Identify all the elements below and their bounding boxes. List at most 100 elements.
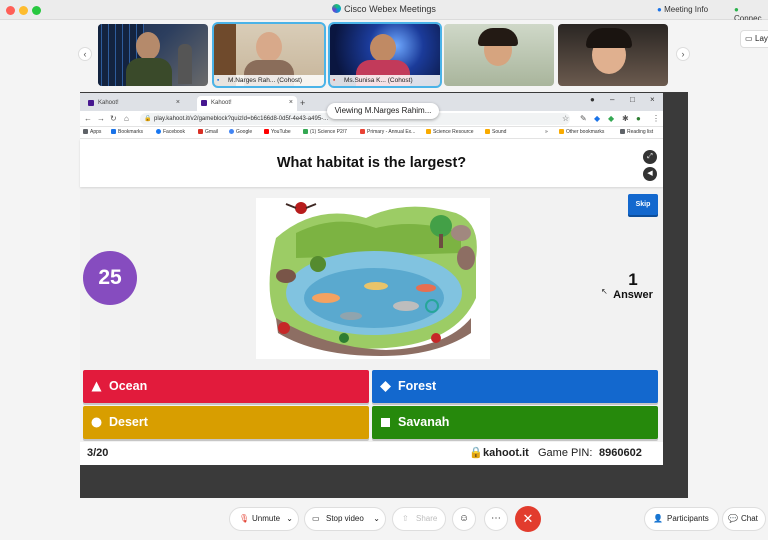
extension-icon[interactable]: ◆ bbox=[594, 114, 600, 123]
answer-option-desert[interactable]: Desert bbox=[83, 406, 369, 439]
answer-option-savanah[interactable]: Savanah bbox=[372, 406, 658, 439]
youtube-icon bbox=[264, 129, 269, 134]
participant-face bbox=[136, 32, 160, 60]
habitat-illustration-svg bbox=[256, 198, 490, 359]
reload-icon[interactable]: ↻ bbox=[110, 114, 117, 123]
window-title: Cisco Webex Meetings bbox=[0, 4, 768, 14]
person-icon: 👤 bbox=[653, 514, 663, 523]
bookmark-item[interactable]: Science Resource bbox=[426, 129, 474, 135]
fullscreen-icon[interactable]: ⤢ bbox=[643, 150, 657, 164]
game-pin-value: 8960602 bbox=[599, 447, 642, 459]
bookmark-item[interactable]: Bookmarks bbox=[111, 129, 143, 135]
menu-dots-icon[interactable]: ⋮ bbox=[652, 114, 660, 123]
leave-meeting-button[interactable]: ✕ bbox=[515, 506, 541, 532]
video-camera-icon: ▭ bbox=[312, 514, 320, 523]
answer-count: 1 bbox=[628, 270, 638, 289]
chat-bubble-icon: 💬 bbox=[728, 514, 738, 523]
browser-tab-active[interactable]: Kahoot! × bbox=[197, 96, 297, 111]
stop-video-button[interactable]: ▭ Stop video ⌄ bbox=[304, 507, 386, 531]
account-icon[interactable]: ● bbox=[590, 95, 595, 104]
bookmark-star-icon[interactable]: ☆ bbox=[562, 114, 569, 123]
bookmark-item[interactable]: Gmail bbox=[198, 129, 218, 135]
muted-mic-icon: ▪ bbox=[333, 77, 336, 84]
chevron-left-icon: ‹ bbox=[83, 49, 87, 59]
bookmark-item[interactable]: Reading list bbox=[620, 129, 653, 135]
chat-button[interactable]: 💬 Chat bbox=[722, 507, 766, 531]
bookmark-item[interactable]: (1) Science P2/7 bbox=[303, 129, 347, 135]
extension-icon[interactable]: ◆ bbox=[608, 114, 614, 123]
smiley-icon: ☺ bbox=[458, 513, 470, 524]
participant-face bbox=[256, 32, 282, 62]
share-button[interactable]: ⇧ Share bbox=[392, 507, 446, 531]
strip-prev-button[interactable]: ‹ bbox=[78, 47, 92, 61]
answer-count-label: Answer bbox=[613, 289, 653, 301]
answer-counter: 1 Answer bbox=[608, 270, 658, 302]
meeting-info-button[interactable]: ● Meeting Info bbox=[657, 5, 708, 14]
browser-tab[interactable]: Kahoot! × bbox=[84, 96, 184, 111]
folder-icon bbox=[485, 129, 490, 134]
facebook-icon bbox=[156, 129, 161, 134]
more-options-button[interactable]: ⋯ bbox=[484, 507, 508, 531]
layout-icon: ▭ bbox=[745, 34, 753, 43]
reactions-button[interactable]: ☺ bbox=[452, 507, 476, 531]
new-tab-button[interactable]: + bbox=[298, 96, 310, 111]
back-icon[interactable]: ← bbox=[84, 114, 92, 123]
bookmark-item[interactable]: Primary - Annual Ex... bbox=[360, 129, 415, 135]
participant-video-1[interactable] bbox=[98, 24, 208, 86]
answer-option-ocean[interactable]: Ocean bbox=[83, 370, 369, 403]
google-icon bbox=[229, 129, 234, 134]
folder-icon bbox=[559, 129, 564, 134]
unmute-button[interactable]: 🎙 Unmute ⌄ bbox=[229, 507, 299, 531]
bookmark-more-icon[interactable]: » bbox=[545, 129, 548, 135]
sound-icon[interactable]: ◀ bbox=[643, 167, 657, 181]
extension-icon[interactable]: ✎ bbox=[580, 114, 587, 123]
bookmark-item[interactable]: Apps bbox=[83, 129, 101, 135]
kahoot-favicon-icon bbox=[88, 100, 94, 106]
answer-option-forest[interactable]: Forest bbox=[372, 370, 658, 403]
kahoot-game-page: What habitat is the largest? ⤢ ◀ Skip 25 bbox=[80, 139, 663, 465]
profile-avatar-icon[interactable]: ● bbox=[636, 114, 641, 123]
chevron-down-icon[interactable]: ⌄ bbox=[286, 508, 293, 530]
muted-mic-icon: 🎙 bbox=[239, 514, 250, 523]
participant-video-2[interactable]: ▪ M.Narges Rah... (Cohost) bbox=[212, 22, 326, 88]
question-header: What habitat is the largest? ⤢ ◀ bbox=[80, 139, 663, 187]
classroom-icon bbox=[303, 129, 308, 134]
bookmark-item[interactable]: Other bookmarks bbox=[559, 129, 604, 135]
mouse-cursor-icon: ↖ bbox=[601, 287, 608, 296]
site-icon bbox=[360, 129, 365, 134]
participant-video-5[interactable] bbox=[558, 24, 668, 86]
triangle-icon bbox=[91, 381, 102, 392]
kahoot-favicon-icon bbox=[201, 100, 207, 106]
minimize-icon[interactable]: – bbox=[610, 95, 614, 104]
forward-icon[interactable]: → bbox=[97, 114, 105, 123]
close-tab-icon[interactable]: × bbox=[289, 96, 293, 110]
chevron-down-icon[interactable]: ⌄ bbox=[373, 508, 380, 530]
game-footer: 3/20 🔒 kahoot.it Game PIN: 8960602 bbox=[80, 442, 663, 465]
kahoot-site-label: kahoot.it bbox=[483, 447, 529, 459]
bookmark-item[interactable]: YouTube bbox=[264, 129, 291, 135]
bookmark-item[interactable]: Facebook bbox=[156, 129, 185, 135]
puzzle-icon[interactable]: ✱ bbox=[622, 114, 629, 123]
question-title: What habitat is the largest? bbox=[276, 155, 467, 171]
participants-button[interactable]: 👤 Participants bbox=[644, 507, 719, 531]
connection-icon: ● bbox=[734, 5, 739, 14]
participant-video-4[interactable] bbox=[444, 24, 554, 86]
home-icon[interactable]: ⌂ bbox=[124, 114, 129, 123]
info-icon: ● bbox=[657, 5, 662, 14]
strip-next-button[interactable]: › bbox=[676, 47, 690, 61]
participant-video-3[interactable]: ▪ Ms.Sunisa K... (Cohost) bbox=[328, 22, 442, 88]
skip-button[interactable]: Skip bbox=[628, 194, 658, 215]
close-icon[interactable]: × bbox=[650, 95, 655, 104]
restore-icon[interactable]: □ bbox=[630, 95, 635, 104]
viewing-indicator[interactable]: Viewing M.Narges Rahim... bbox=[327, 103, 439, 119]
layout-button[interactable]: ▭ Lay bbox=[740, 30, 768, 48]
more-dots-icon: ⋯ bbox=[491, 513, 501, 524]
close-icon: ✕ bbox=[522, 511, 534, 526]
close-tab-icon[interactable]: × bbox=[176, 96, 180, 110]
question-progress: 3/20 bbox=[87, 447, 109, 459]
reading-list-icon bbox=[620, 129, 625, 134]
bookmark-item[interactable]: Sound bbox=[485, 129, 506, 135]
participant-name-tag: ▪ M.Narges Rah... (Cohost) bbox=[214, 75, 324, 86]
bookmark-item[interactable]: Google bbox=[229, 129, 252, 135]
circle-icon bbox=[91, 417, 102, 428]
